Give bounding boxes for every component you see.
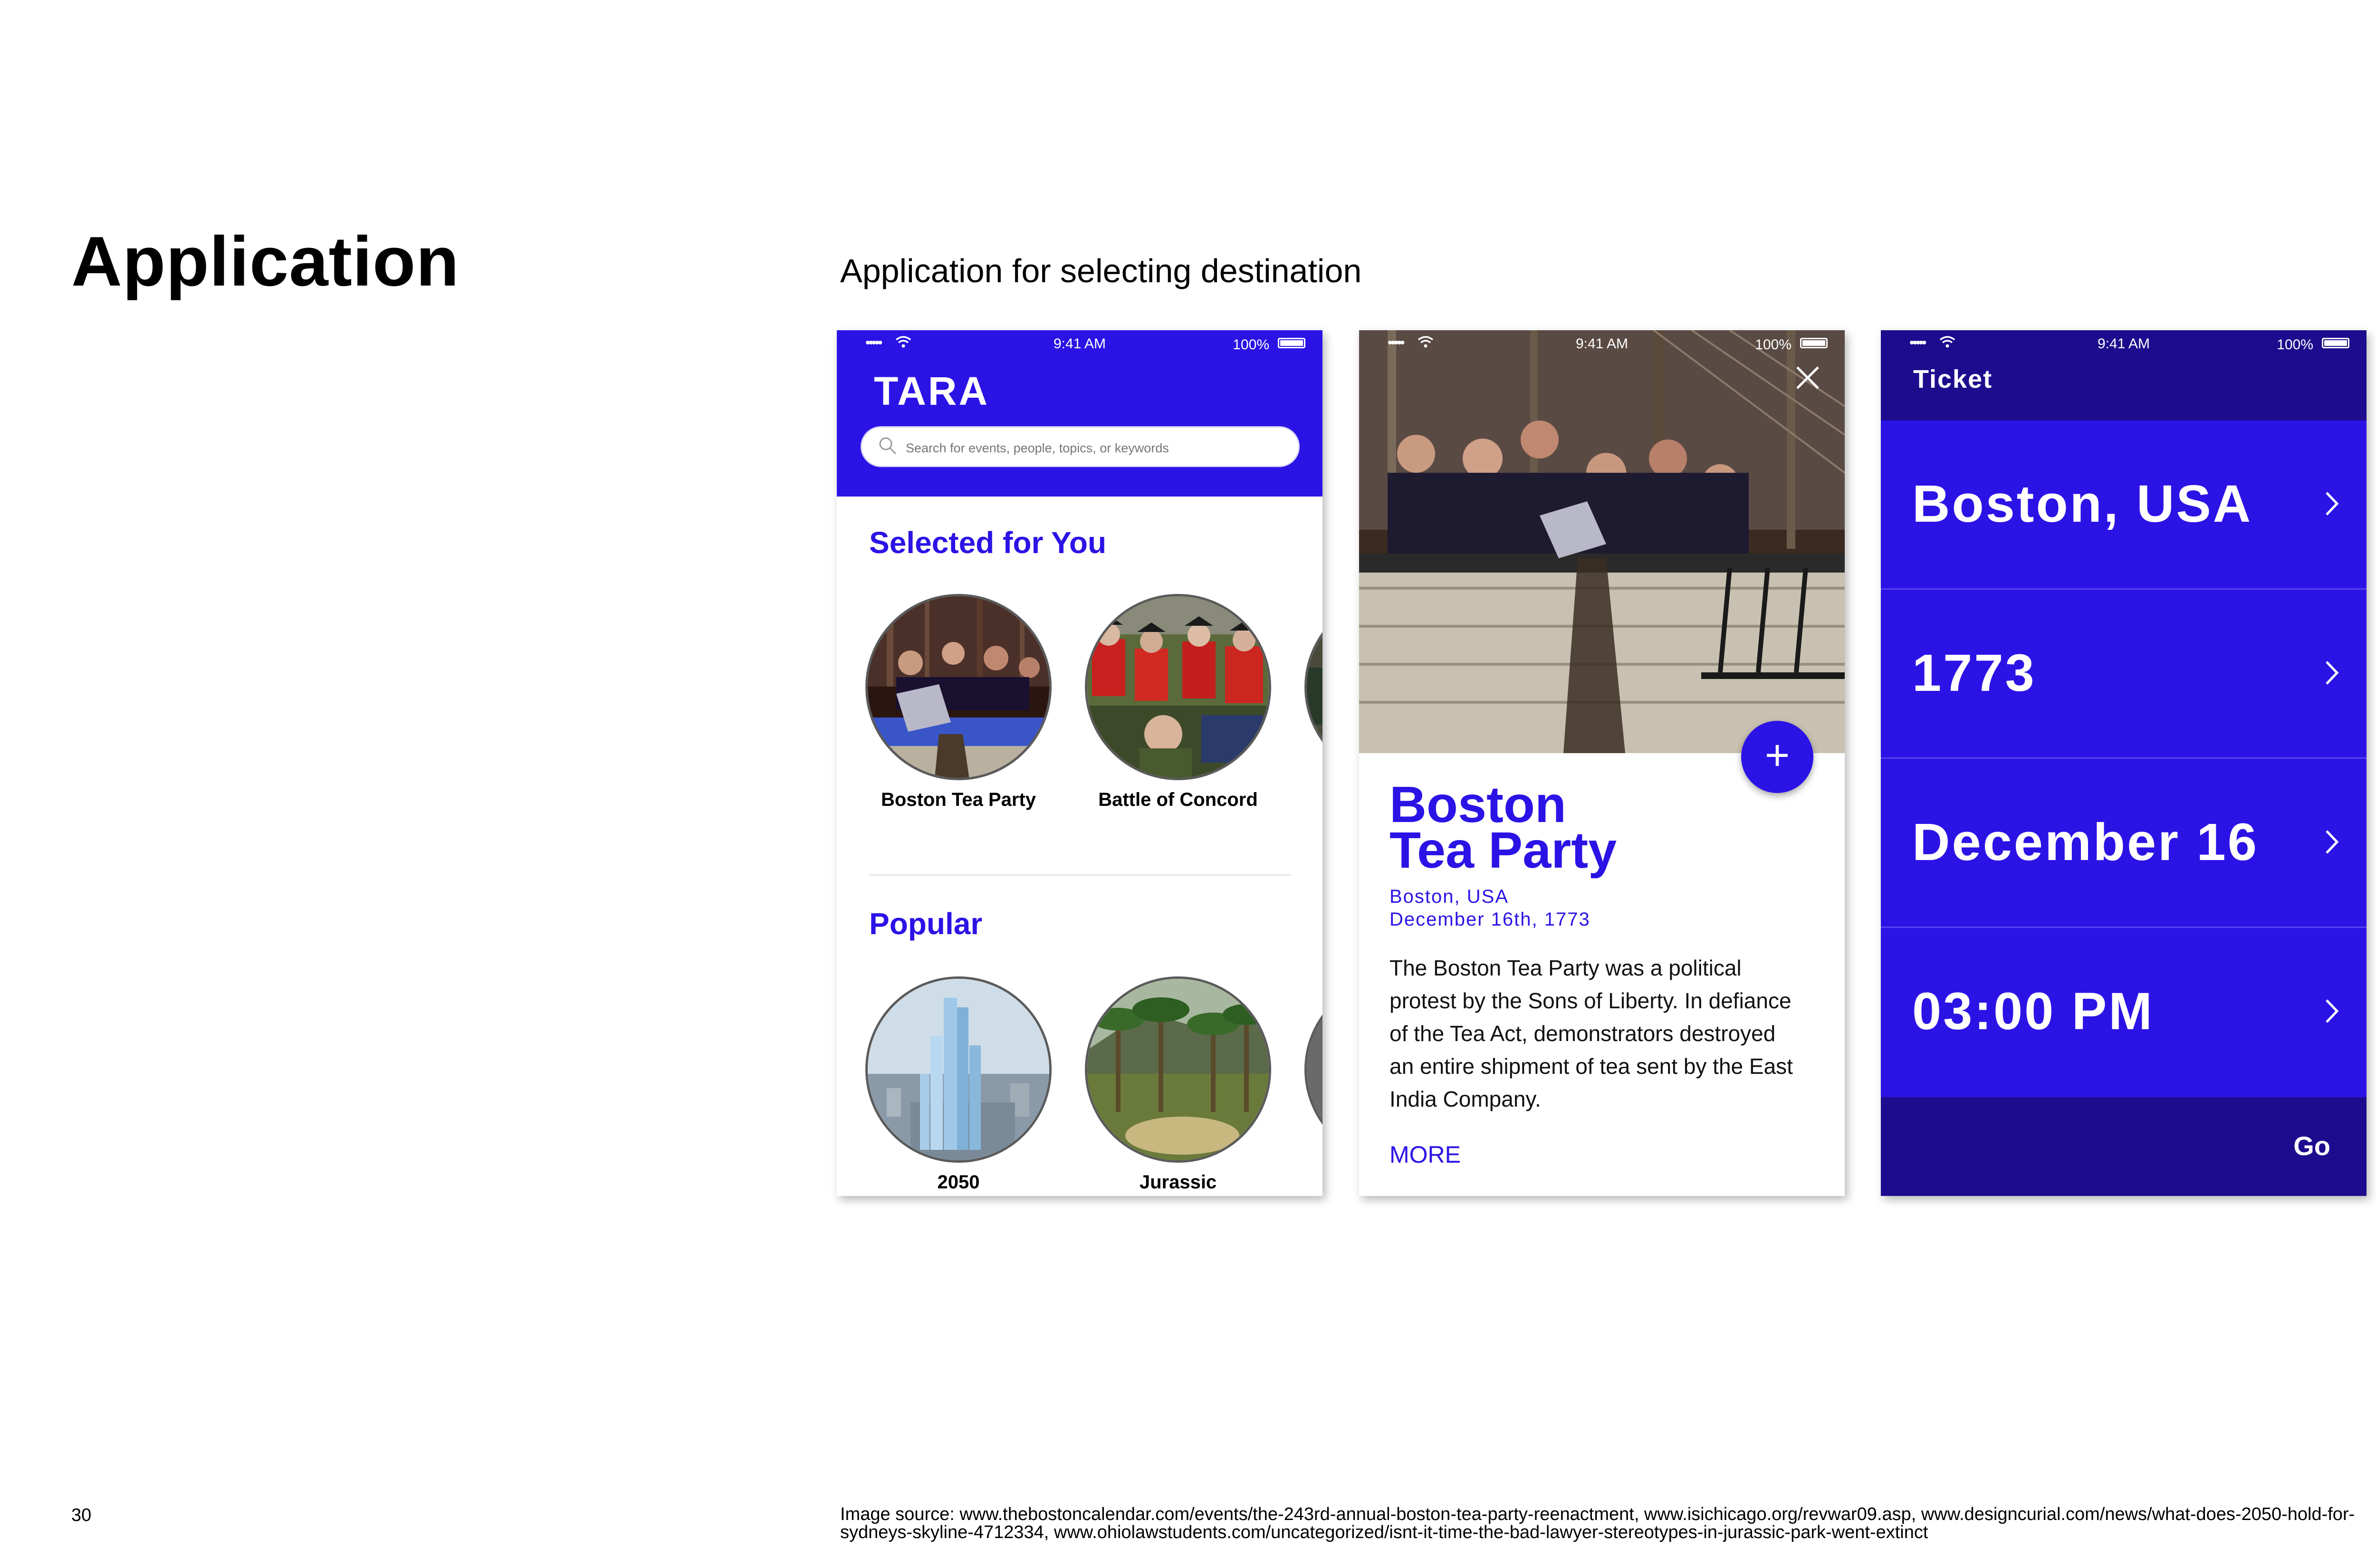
chevron-right-icon [2323,994,2342,1028]
ticket-value: 1773 [1912,644,2036,702]
phone-ticket-screen: ••••• 9:41 AM 100% Ticket Boston, USA 17… [1881,330,2366,1196]
destination-label: Jurassic [1139,1172,1217,1193]
section-title-popular: Popular [869,907,983,941]
event-title-line: Boston [1389,775,1566,833]
event-thumbnail-battle-of-concord[interactable] [1085,594,1271,780]
event-title: Boston Tea Party [1389,775,1617,879]
ticket-row-location[interactable]: Boston, USA [1881,421,2366,590]
ticket-header: ••••• 9:41 AM 100% Ticket [1881,330,2366,421]
event-thumbnail-boston-tea-party[interactable] [865,594,1052,780]
app-logo: TARA [874,369,990,413]
event-location: Boston, USA [1389,886,1509,907]
battery-icon [1278,338,1305,348]
destination-thumbnail-jurassic[interactable] [1085,976,1271,1163]
image-source-caption: Image source: www.thebostoncalendar.com/… [840,1504,2355,1542]
ticket-value: 03:00 PM [1912,982,2154,1041]
event-hero-image [1359,330,1845,753]
close-icon[interactable] [1794,364,1821,391]
search-bar[interactable] [861,426,1300,467]
ticket-footer: Go [1881,1097,2366,1196]
event-label: Battle of Concord [1098,789,1258,810]
chevron-right-icon [2323,487,2342,520]
status-bar: ••••• 9:41 AM 100% [1881,330,2366,357]
event-date: December 16th, 1773 [1389,909,1590,930]
event-title-line: Tea Party [1389,821,1617,879]
battery-label: 100% [2277,337,2313,353]
destination-thumbnail-2050[interactable] [865,976,1052,1163]
battery-label: 100% [1233,337,1269,353]
page-title: Application [71,222,460,301]
section-divider [869,874,1291,876]
event-label: Boston Tea Party [881,789,1036,810]
section-title-selected: Selected for You [869,526,1107,560]
phone-event-detail-screen: ••••• 9:41 AM 100% + Boston Tea Party Bo… [1359,330,1845,1196]
plus-icon: + [1764,732,1790,779]
add-button[interactable]: + [1741,721,1813,793]
ticket-row-date[interactable]: December 16 [1881,759,2366,928]
status-bar: ••••• 9:41 AM 100% [837,330,1322,357]
battery-icon [2322,338,2349,348]
go-button[interactable]: Go [2293,1130,2330,1161]
search-icon [878,436,897,455]
status-bar: ••••• 9:41 AM 100% [1359,330,1845,357]
page-number: 30 [71,1505,92,1525]
more-link[interactable]: MORE [1389,1141,1461,1168]
ticket-row-time[interactable]: 03:00 PM [1881,928,2366,1097]
event-description: The Boston Tea Party was a political pro… [1389,956,1793,1111]
event-thumbnail-partial[interactable] [1304,594,1322,780]
destination-thumbnail-partial[interactable] [1304,976,1322,1163]
ticket-value: December 16 [1912,813,2259,871]
search-input[interactable] [905,436,1277,460]
phone-home-screen: ••••• 9:41 AM 100% TARA Selected for You [837,330,1322,1196]
page-subtitle: Application for selecting destination [840,252,1362,289]
ticket-row-year[interactable]: 1773 [1881,590,2366,759]
chevron-right-icon [2323,825,2342,859]
battery-icon [1800,338,1828,348]
home-header: ••••• 9:41 AM 100% TARA [837,330,1322,497]
ticket-title: Ticket [1913,365,1993,393]
destination-label: 2050 [937,1172,980,1193]
chevron-right-icon [2323,656,2342,689]
battery-label: 100% [1755,337,1792,353]
ticket-value: Boston, USA [1912,475,2253,533]
